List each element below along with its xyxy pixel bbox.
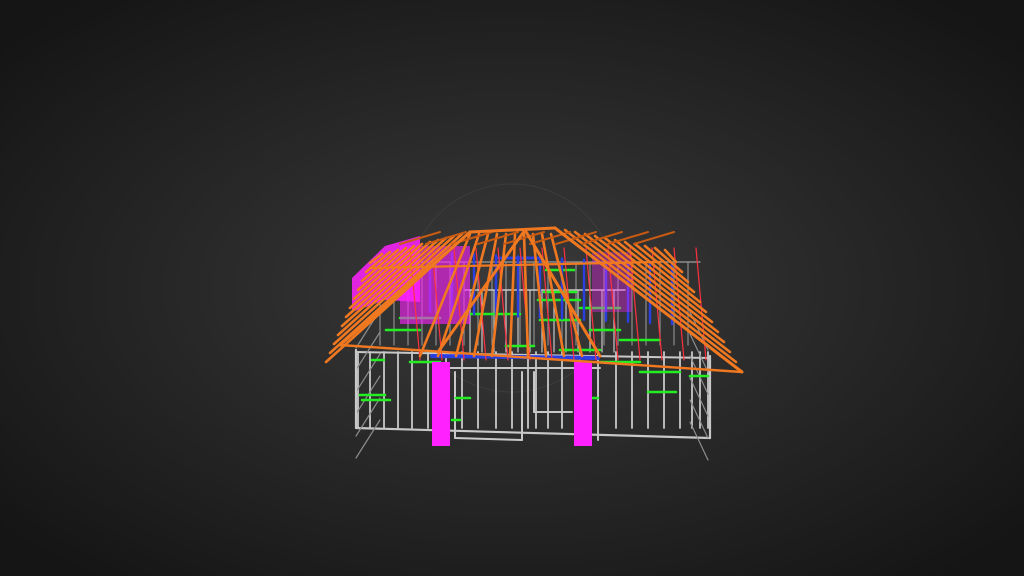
- 3d-viewer-viewport[interactable]: [0, 0, 1024, 576]
- 3d-model-canvas[interactable]: [0, 0, 1024, 576]
- front-post-panel-left: [432, 362, 450, 446]
- front-post-panel-right: [574, 362, 592, 446]
